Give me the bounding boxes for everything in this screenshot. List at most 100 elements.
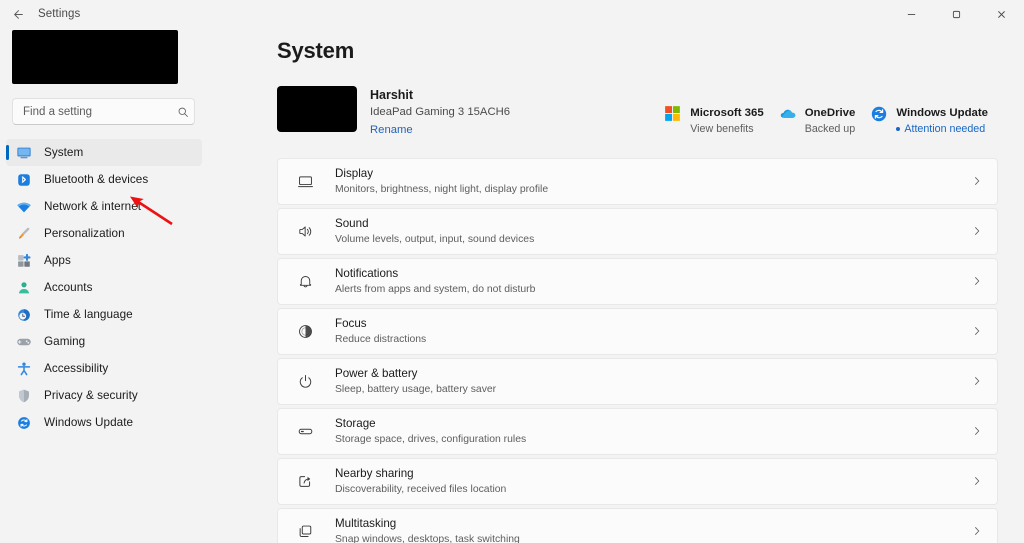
gamepad-icon xyxy=(15,333,33,351)
sidebar-item-time-language[interactable]: Time & language xyxy=(6,301,202,328)
settings-row-text: Focus Reduce distractions xyxy=(335,316,971,347)
search-wrapper xyxy=(0,98,207,125)
sidebar-item-label: Time & language xyxy=(44,308,133,321)
settings-row-text: Power & battery Sleep, battery usage, ba… xyxy=(335,366,971,397)
sidebar-item-accounts[interactable]: Accounts xyxy=(6,274,202,301)
sidebar-account-block[interactable] xyxy=(0,30,207,84)
settings-row-notifications[interactable]: Notifications Alerts from apps and syste… xyxy=(277,257,998,305)
sidebar-item-bluetooth-devices[interactable]: Bluetooth & devices xyxy=(6,166,202,193)
status-card-title: Microsoft 365 xyxy=(690,107,764,119)
update-icon xyxy=(15,414,33,432)
status-card-subtitle: Backed up xyxy=(804,123,856,136)
settings-row-subtitle: Volume levels, output, input, sound devi… xyxy=(335,233,535,245)
settings-row-subtitle: Storage space, drives, configuration rul… xyxy=(335,433,527,445)
sidebar-item-label: Accounts xyxy=(44,281,93,294)
device-name: Harshit xyxy=(370,88,414,102)
person-icon xyxy=(15,279,33,297)
window-controls xyxy=(889,0,1024,28)
sidebar-item-label: Network & internet xyxy=(44,200,142,213)
apps-grid-icon xyxy=(15,252,33,270)
storage-drive-icon xyxy=(295,423,315,440)
update-icon xyxy=(869,104,888,123)
sidebar-item-system[interactable]: System xyxy=(6,139,202,166)
bluetooth-icon xyxy=(15,171,33,189)
account-avatar-redacted xyxy=(12,30,178,84)
status-card-title: Windows Update xyxy=(896,107,988,119)
settings-row-title: Sound xyxy=(335,216,369,230)
nearby-share-icon xyxy=(295,473,315,490)
minimize-button[interactable] xyxy=(889,0,934,28)
sidebar-item-gaming[interactable]: Gaming xyxy=(6,328,202,355)
status-card-title: OneDrive xyxy=(804,107,856,119)
search-input[interactable] xyxy=(23,105,177,118)
device-model: IdeaPad Gaming 3 15ACH6 xyxy=(370,106,511,119)
monitor-icon xyxy=(15,144,33,162)
monitor-outline-icon xyxy=(295,173,315,190)
focus-moon-icon xyxy=(295,323,315,340)
settings-row-power-battery[interactable]: Power & battery Sleep, battery usage, ba… xyxy=(277,357,998,405)
settings-row-storage[interactable]: Storage Storage space, drives, configura… xyxy=(277,407,998,455)
settings-row-subtitle: Sleep, battery usage, battery saver xyxy=(335,383,497,395)
maximize-button[interactable] xyxy=(934,0,979,28)
search-box[interactable] xyxy=(12,98,195,125)
sidebar-item-apps[interactable]: Apps xyxy=(6,247,202,274)
chevron-right-icon xyxy=(971,525,983,537)
sidebar-item-label: Personalization xyxy=(44,227,125,240)
page-title: System xyxy=(277,38,355,63)
status-card-subtitle: View benefits xyxy=(690,123,754,136)
sidebar-item-label: System xyxy=(44,146,84,159)
clock-globe-icon xyxy=(15,306,33,324)
settings-window: Settings Find a setting System Bluetooth… xyxy=(0,0,1024,543)
sidebar-item-label: Privacy & security xyxy=(44,389,138,402)
status-card-onedrive[interactable]: OneDrive Backed up xyxy=(772,100,864,140)
settings-row-subtitle: Snap windows, desktops, task switching xyxy=(335,533,520,543)
back-button[interactable] xyxy=(0,1,34,27)
sidebar-item-accessibility[interactable]: Accessibility xyxy=(6,355,202,382)
device-card: Harshit IdeaPad Gaming 3 15ACH6 Rename xyxy=(277,86,510,138)
main-content: System Harshit IdeaPad Gaming 3 15ACH6 R… xyxy=(207,28,1024,543)
chevron-right-icon xyxy=(971,225,983,237)
settings-row-text: Sound Volume levels, output, input, soun… xyxy=(335,216,971,247)
settings-row-multitasking[interactable]: Multitasking Snap windows, desktops, tas… xyxy=(277,507,998,543)
chevron-right-icon xyxy=(971,325,983,337)
rename-link[interactable]: Rename xyxy=(370,123,413,138)
settings-row-focus[interactable]: Focus Reduce distractions xyxy=(277,307,998,355)
settings-row-nearby-sharing[interactable]: Nearby sharing Discoverability, received… xyxy=(277,457,998,505)
sidebar-item-label: Apps xyxy=(44,254,71,267)
settings-row-subtitle: Monitors, brightness, night light, displ… xyxy=(335,183,549,195)
sidebar-item-label: Gaming xyxy=(44,335,86,348)
settings-row-text: Display Monitors, brightness, night ligh… xyxy=(335,166,971,197)
settings-row-text: Notifications Alerts from apps and syste… xyxy=(335,266,971,297)
shield-icon xyxy=(15,387,33,405)
sidebar-item-privacy-security[interactable]: Privacy & security xyxy=(6,382,202,409)
status-card-microsoft-365[interactable]: Microsoft 365 View benefits xyxy=(657,100,771,140)
title-bar: Settings xyxy=(0,0,1024,28)
status-card-text: Microsoft 365 View benefits xyxy=(690,103,763,137)
settings-row-title: Notifications xyxy=(335,266,399,280)
onedrive-cloud-icon xyxy=(778,104,797,123)
status-card-subtitle: Attention needed xyxy=(904,123,986,136)
settings-row-title: Multitasking xyxy=(335,516,397,530)
device-image-redacted xyxy=(277,86,357,132)
settings-row-title: Nearby sharing xyxy=(335,466,414,480)
close-button[interactable] xyxy=(979,0,1024,28)
status-card-subtitle-wrapper: Attention needed xyxy=(896,122,988,136)
settings-row-subtitle: Reduce distractions xyxy=(335,333,427,345)
attention-dot-icon xyxy=(896,127,901,132)
multitasking-icon xyxy=(295,523,315,540)
status-card-text: Windows Update Attention needed xyxy=(896,103,988,137)
device-hero: Harshit IdeaPad Gaming 3 15ACH6 Rename M… xyxy=(277,86,1000,140)
settings-row-title: Storage xyxy=(335,416,376,430)
chevron-right-icon xyxy=(971,275,983,287)
settings-list: Display Monitors, brightness, night ligh… xyxy=(277,157,1000,543)
sidebar-item-label: Windows Update xyxy=(44,416,134,429)
sidebar-item-windows-update[interactable]: Windows Update xyxy=(6,409,202,436)
settings-row-subtitle: Alerts from apps and system, do not dist… xyxy=(335,283,536,295)
settings-row-sound[interactable]: Sound Volume levels, output, input, soun… xyxy=(277,207,998,255)
settings-row-title: Focus xyxy=(335,316,367,330)
sidebar-item-personalization[interactable]: Personalization xyxy=(6,220,202,247)
bell-icon xyxy=(295,273,315,290)
sidebar-item-network-internet[interactable]: Network & internet xyxy=(6,193,202,220)
settings-row-display[interactable]: Display Monitors, brightness, night ligh… xyxy=(277,157,998,205)
status-card-windows-update[interactable]: Windows Update Attention needed xyxy=(863,100,996,140)
